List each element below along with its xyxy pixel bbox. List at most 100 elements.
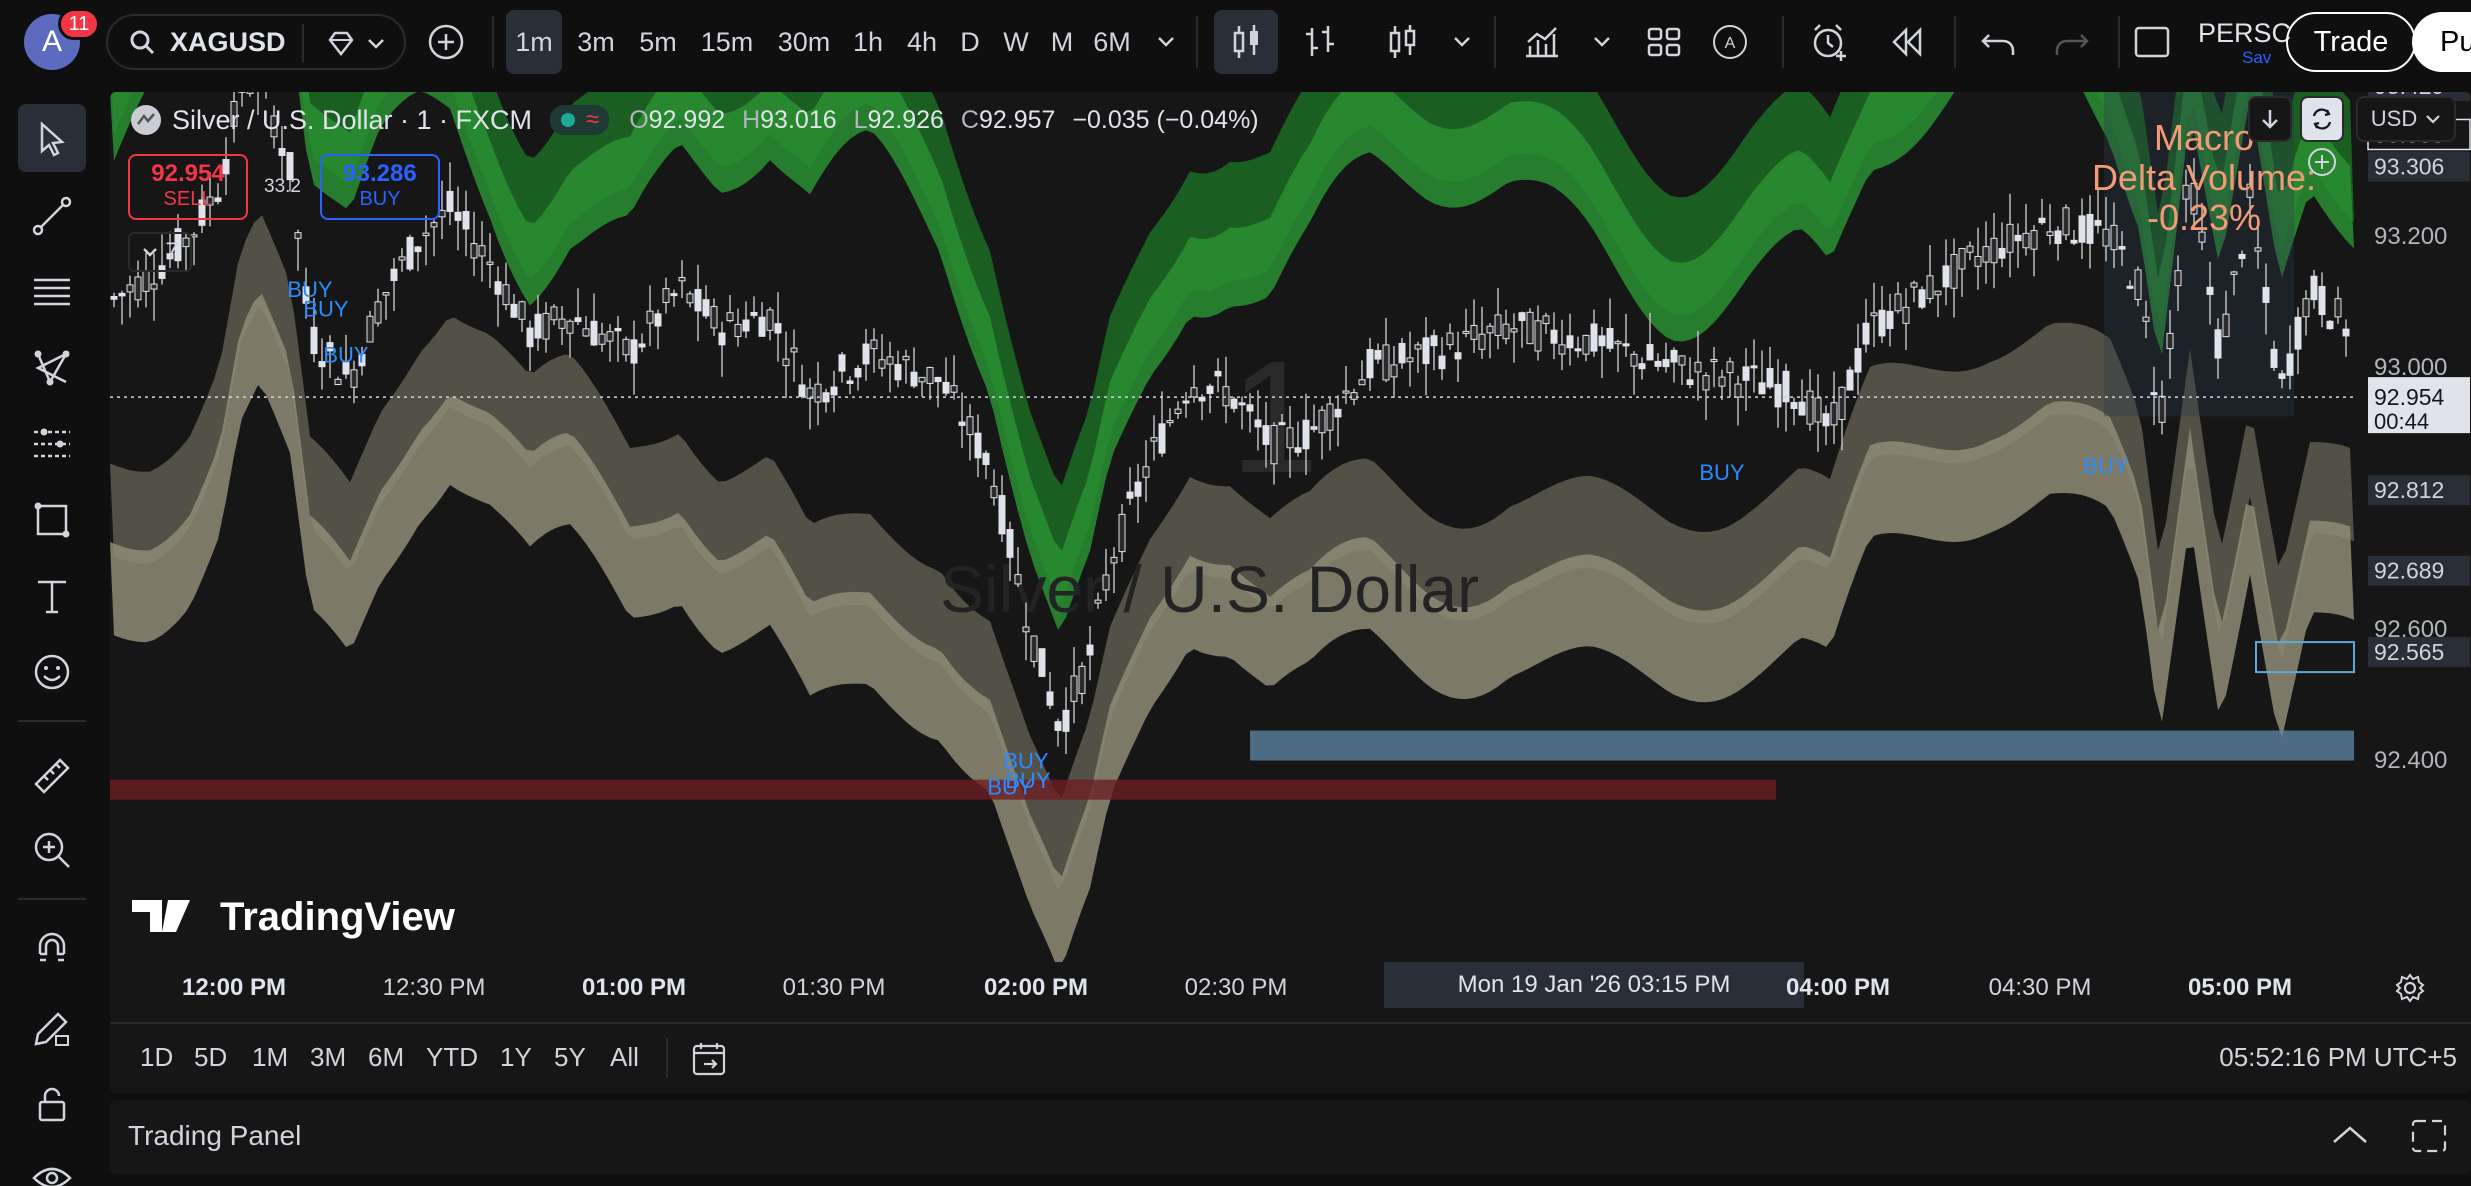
indicators-dropdown-icon[interactable] (1592, 34, 1612, 50)
tf-30m[interactable]: 30m (772, 10, 836, 74)
timeframe-dropdown-icon[interactable] (1156, 34, 1176, 50)
lock-tool[interactable] (18, 1070, 86, 1138)
tf-4h[interactable]: 4h (902, 10, 942, 74)
tf-15m[interactable]: 15m (696, 10, 758, 74)
tf-m[interactable]: M (1048, 10, 1076, 74)
maximize-icon[interactable] (2410, 1118, 2448, 1154)
visibility-tool[interactable] (18, 1144, 86, 1186)
utc-clock[interactable]: 05:52:16 PM UTC+5 (2219, 1042, 2457, 1073)
zoom-tool[interactable] (18, 816, 86, 884)
forecast-tool[interactable] (18, 410, 86, 478)
candle-body (1902, 306, 1910, 324)
time-axis[interactable]: 12:00 PM 12:30 PM 01:00 PM 01:30 PM 02:0… (110, 962, 2471, 1012)
lock-drawings-tool[interactable] (18, 994, 86, 1062)
candle-body (1142, 466, 1150, 478)
candle-body (1702, 375, 1710, 391)
range-ytd[interactable]: YTD (426, 1042, 478, 1073)
tf-d[interactable]: D (956, 10, 984, 74)
buy-price: 93.286 (343, 160, 417, 187)
range-6m[interactable]: 6M (368, 1042, 404, 1073)
drawing-toolbar (0, 84, 104, 1186)
range-5y[interactable]: 5Y (554, 1042, 586, 1073)
range-3m[interactable]: 3M (310, 1042, 346, 1073)
chart-pane[interactable]: 1 Silver / U.S. Dollar BUY BUY BUY BUY BUY BUY B… (110, 92, 2471, 1093)
publish-button[interactable]: Pul (2412, 12, 2471, 72)
candle-body (1726, 361, 1734, 374)
cursor-tool[interactable] (18, 104, 86, 172)
candle-body (2254, 247, 2262, 252)
replay-button[interactable] (1876, 10, 1936, 74)
range-5d[interactable]: 5D (194, 1042, 227, 1073)
range-all[interactable]: All (610, 1042, 639, 1073)
range-1m[interactable]: 1M (252, 1042, 288, 1073)
profile-name[interactable]: PERSC (2198, 18, 2291, 49)
market-status[interactable]: ≈ (550, 105, 610, 135)
alert-a-button[interactable]: A (1704, 10, 1756, 74)
candle-body (1814, 397, 1822, 423)
symbol-search[interactable]: XAGUSD (106, 14, 406, 70)
buy-button[interactable]: 93.286 BUY (320, 154, 440, 220)
candle-body (2326, 320, 2334, 330)
ruler-tool[interactable] (18, 742, 86, 810)
trading-panel[interactable]: Trading Panel (110, 1100, 2471, 1174)
candles-icon (1233, 25, 1258, 58)
range-bar: 1D 5D 1M 3M 6M YTD 1Y 5Y All 05:52:16 PM… (110, 1022, 2471, 1092)
tf-6m[interactable]: 6M (1090, 10, 1134, 74)
indicators-menu-button[interactable] (1512, 10, 1572, 74)
bar-chart-button[interactable] (1290, 10, 1350, 74)
currency-select[interactable]: USD (2356, 96, 2456, 142)
candle-body (2262, 287, 2270, 303)
macro-value: -0.23% (2146, 197, 2262, 238)
candle-body (1094, 599, 1102, 604)
sell-button[interactable]: 92.954 SELL (128, 154, 248, 220)
text-tool[interactable] (18, 562, 86, 630)
fib-tool[interactable] (18, 258, 86, 326)
scroll-down-button[interactable] (2248, 96, 2292, 142)
settings-gear-icon[interactable] (2394, 972, 2426, 1004)
calendar-goto-icon[interactable] (690, 1040, 730, 1078)
tf-1m[interactable]: 1m (506, 10, 562, 74)
fullscreen-button[interactable] (2126, 10, 2178, 74)
diamond-icon[interactable] (326, 30, 356, 58)
add-price-line-icon[interactable] (2306, 146, 2338, 178)
profile-save[interactable]: Sav (2242, 48, 2271, 68)
alert-button[interactable] (1800, 10, 1860, 74)
candles-chart-button[interactable] (1214, 10, 1278, 74)
tool-separator (18, 720, 86, 722)
spread-value: 33.2 (264, 176, 301, 197)
indicators-collapse-button[interactable]: 7 (128, 232, 192, 272)
tf-3m[interactable]: 3m (572, 10, 620, 74)
trade-button[interactable]: Trade (2286, 12, 2416, 72)
trading-panel-label[interactable]: Trading Panel (128, 1120, 301, 1152)
grid-icon (1647, 27, 1681, 57)
tf-1h[interactable]: 1h (848, 10, 888, 74)
chevron-down-icon[interactable] (366, 36, 386, 52)
trendline-tool[interactable] (18, 182, 86, 250)
toolbar-separator (492, 16, 494, 68)
emoji-tool[interactable] (18, 638, 86, 706)
shapes-tool[interactable] (18, 486, 86, 554)
add-symbol-button[interactable] (418, 10, 474, 74)
redo-button[interactable] (2042, 10, 2102, 74)
candle-body (2342, 328, 2350, 337)
indicators-button[interactable] (1372, 10, 1432, 74)
tf-5m[interactable]: 5m (634, 10, 682, 74)
candle-body (1798, 401, 1806, 416)
candle-body (622, 338, 630, 356)
candle-body (990, 485, 998, 499)
layouts-button[interactable] (1636, 10, 1692, 74)
pattern-tool[interactable] (18, 334, 86, 402)
candle-body (846, 380, 854, 384)
range-1d[interactable]: 1D (140, 1042, 173, 1073)
chevron-up-icon[interactable] (2330, 1122, 2370, 1148)
range-1y[interactable]: 1Y (500, 1042, 532, 1073)
undo-button[interactable] (1968, 10, 2028, 74)
sync-button[interactable] (2300, 96, 2344, 142)
candle-body (1078, 665, 1086, 694)
symbol-title[interactable]: Silver / U.S. Dollar · 1 · FXCM (172, 105, 532, 136)
candle-body (334, 378, 342, 386)
candle-body (598, 333, 606, 345)
chart-type-dropdown-icon[interactable] (1452, 34, 1472, 50)
tf-w[interactable]: W (1000, 10, 1032, 74)
magnet-tool[interactable] (18, 918, 86, 986)
